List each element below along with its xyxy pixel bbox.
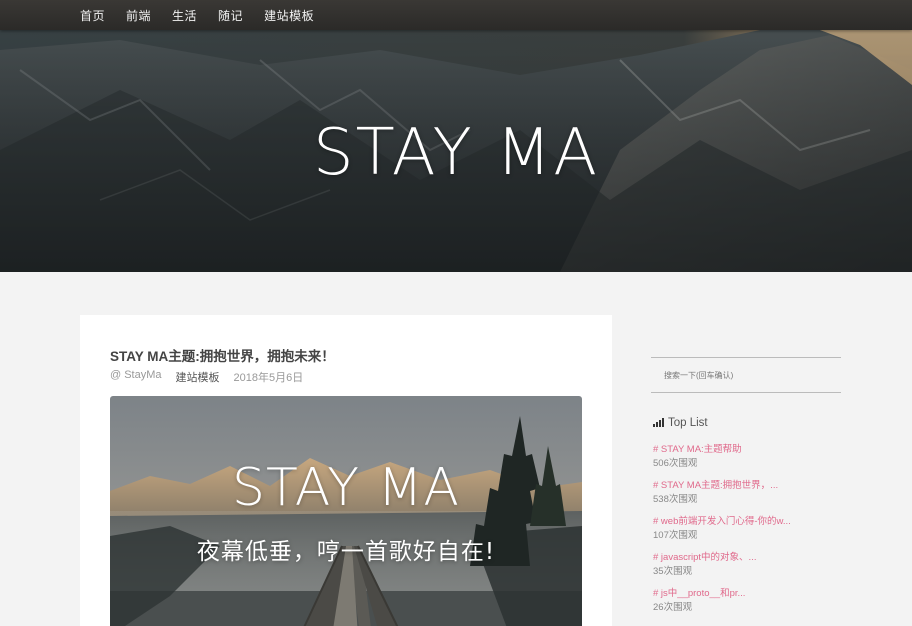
post-meta: @ StayMa 建站模板 2018年5月6日	[110, 369, 317, 385]
top-nav: 首页 前端 生活 随记 建站模板	[0, 0, 912, 30]
list-item: # web前端开发入门心得-你的w... 107次围观	[653, 515, 843, 551]
top-list-link[interactable]: # web前端开发入门心得-你的w...	[653, 515, 843, 528]
nav-item-notes[interactable]: 随记	[218, 7, 243, 24]
top-list-title: Top List	[668, 417, 708, 429]
search-input[interactable]	[651, 358, 841, 392]
view-count: 538次围观	[653, 494, 698, 505]
top-list: Top List # STAY MA:主题帮助 506次围观 # STAY MA…	[653, 417, 843, 623]
thumbnail-title: STAY MA	[232, 458, 460, 518]
post-date: 2018年5月6日	[233, 372, 304, 384]
signal-bars-icon	[653, 418, 665, 427]
top-list-link[interactable]: # javascript中的对象、...	[653, 551, 843, 564]
list-item: # js中__proto__和pr... 26次围观	[653, 587, 843, 623]
view-count: 35次围观	[653, 566, 693, 577]
list-item: # STAY MA:主题帮助 506次围观	[653, 443, 843, 479]
top-list-header: Top List	[653, 417, 843, 429]
post-thumbnail[interactable]: STAY MA 夜幕低垂，哼一首歌好自在!	[110, 396, 582, 626]
view-count: 26次围观	[653, 602, 693, 613]
site-title: STAY MA	[313, 116, 599, 190]
nav-item-home[interactable]: 首页	[80, 7, 105, 24]
post-category[interactable]: 建站模板	[176, 369, 220, 385]
list-item: # javascript中的对象、... 35次围观	[653, 551, 843, 587]
top-list-link[interactable]: # STAY MA:主题帮助	[653, 443, 843, 456]
hero-banner: STAY MA	[0, 30, 912, 272]
view-count: 506次围观	[653, 458, 698, 469]
view-count: 107次围观	[653, 530, 698, 541]
post-title[interactable]: STAY MA主题:拥抱世界，拥抱未来！	[110, 345, 335, 365]
list-item: # STAY MA主题:拥抱世界，... 538次围观	[653, 479, 843, 515]
top-list-link[interactable]: # js中__proto__和pr...	[653, 587, 843, 600]
top-list-link[interactable]: # STAY MA主题:拥抱世界，...	[653, 479, 843, 492]
nav-item-life[interactable]: 生活	[172, 7, 197, 24]
post-card: STAY MA主题:拥抱世界，拥抱未来！ @ StayMa 建站模板 2018年…	[80, 315, 612, 626]
nav-item-frontend[interactable]: 前端	[126, 7, 151, 24]
nav-item-templates[interactable]: 建站模板	[264, 7, 314, 24]
sidebar-search	[651, 357, 841, 393]
thumbnail-subtitle: 夜幕低垂，哼一首歌好自在!	[196, 539, 496, 565]
post-author[interactable]: @ StayMa	[110, 369, 162, 385]
